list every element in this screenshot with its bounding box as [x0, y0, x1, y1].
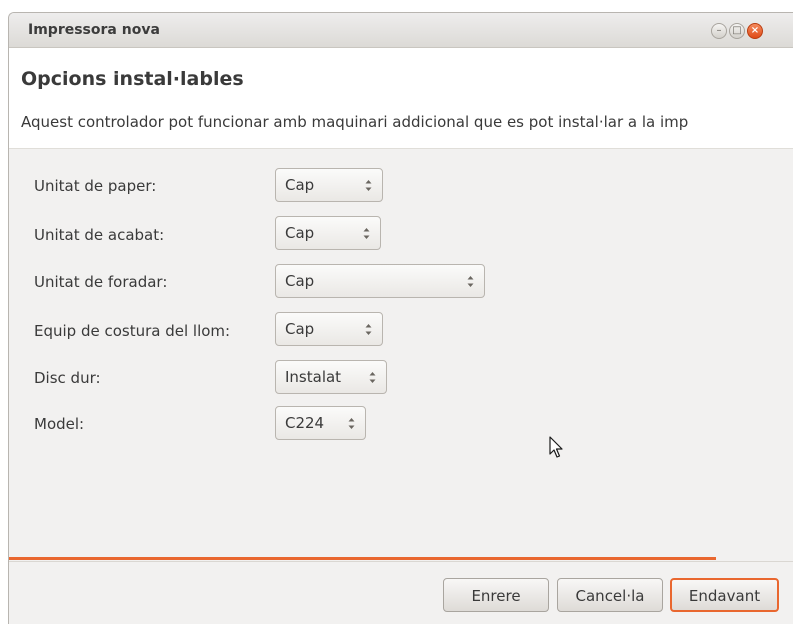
up-down-arrows-icon [348, 418, 355, 429]
model-label: Model: [34, 415, 85, 433]
finisher-unit-label: Unitat de acabat: [34, 226, 165, 244]
maximize-window-icon[interactable]: □ [729, 23, 745, 39]
up-down-arrows-icon [365, 180, 372, 191]
progress-bar [9, 557, 716, 560]
new-printer-dialog: Impressora nova – □ × Opcions instal·lab… [8, 12, 793, 624]
back-button[interactable]: Enrere [443, 578, 549, 612]
punch-unit-label: Unitat de foradar: [34, 273, 168, 291]
cancel-button[interactable]: Cancel·la [557, 578, 663, 612]
header-divider [9, 148, 793, 149]
page-description: Aquest controlador pot funcionar amb maq… [21, 113, 689, 131]
model-combo[interactable]: C224 [275, 406, 366, 440]
punch-unit-value: Cap [285, 272, 315, 290]
up-down-arrows-icon [369, 372, 376, 383]
model-value: C224 [285, 414, 325, 432]
paper-unit-combo[interactable]: Cap [275, 168, 383, 202]
up-down-arrows-icon [363, 228, 370, 239]
minimize-window-icon[interactable]: – [711, 23, 727, 39]
forward-button[interactable]: Endavant [670, 578, 779, 612]
mouse-pointer-icon [549, 436, 563, 458]
finisher-unit-value: Cap [285, 224, 315, 242]
punch-unit-combo[interactable]: Cap [275, 264, 485, 298]
saddle-stitch-value: Cap [285, 320, 315, 338]
up-down-arrows-icon [467, 276, 474, 287]
hard-disk-combo[interactable]: Instalat [275, 360, 387, 394]
footer-divider [9, 561, 793, 562]
window-title: Impressora nova [28, 22, 160, 38]
page-header: Opcions instal·lables Aquest controlador… [9, 48, 793, 148]
hard-disk-value: Instalat [285, 368, 342, 386]
finisher-unit-combo[interactable]: Cap [275, 216, 381, 250]
paper-unit-value: Cap [285, 176, 315, 194]
up-down-arrows-icon [365, 324, 372, 335]
title-bar[interactable]: Impressora nova – □ × [9, 13, 793, 48]
page-title: Opcions instal·lables [21, 68, 244, 90]
paper-unit-label: Unitat de paper: [34, 177, 157, 195]
hard-disk-label: Disc dur: [34, 369, 101, 387]
close-window-icon[interactable]: × [747, 23, 763, 39]
saddle-stitch-label: Equip de costura del llom: [34, 322, 231, 340]
saddle-stitch-combo[interactable]: Cap [275, 312, 383, 346]
